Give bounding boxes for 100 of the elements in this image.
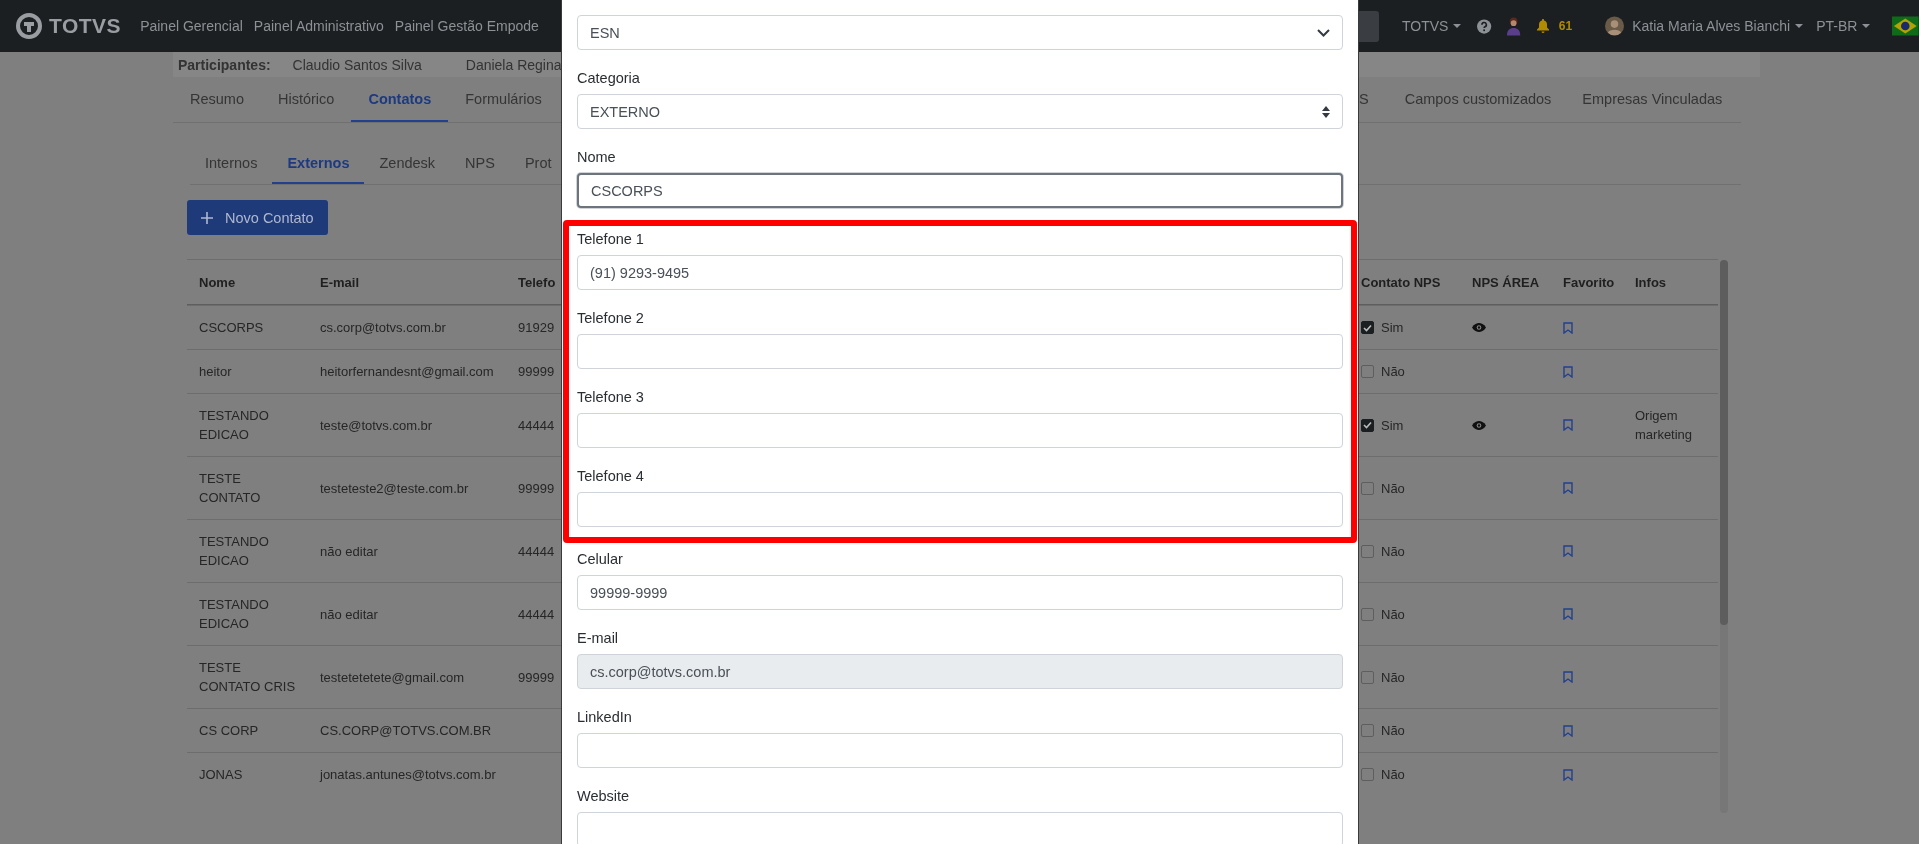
brand-name: TOTVS	[49, 14, 122, 38]
checkbox[interactable]	[1361, 321, 1374, 334]
bookmark-icon[interactable]	[1563, 671, 1573, 683]
bookmark-icon[interactable]	[1563, 545, 1573, 557]
tab[interactable]: Internos	[190, 143, 273, 184]
checkbox-label: Não	[1381, 766, 1405, 784]
checkbox-label: Não	[1381, 479, 1405, 498]
tab[interactable]: Empresas Vinculadas	[1582, 77, 1741, 122]
input-field[interactable]	[577, 334, 1343, 369]
field-label: Telefone 2	[577, 309, 645, 328]
participants-label: Participantes:	[178, 56, 271, 73]
bookmark-icon[interactable]	[1563, 419, 1573, 431]
org-menu[interactable]: TOTVS	[1401, 18, 1462, 34]
table-cell-text: testetetetete@gmail.com	[320, 668, 464, 687]
nav-link[interactable]: Painel Gestão Empode	[394, 18, 539, 34]
input-field[interactable]	[577, 812, 1343, 844]
table-cell-text: não editar	[320, 605, 378, 624]
bookmark-icon[interactable]	[1563, 724, 1573, 737]
participant-name: Claudio Santos Silva	[292, 56, 422, 73]
new-contact-button[interactable]: Novo Contato	[187, 200, 328, 235]
tab[interactable]: Contatos	[351, 77, 449, 122]
field-label: Categoria	[577, 69, 641, 88]
checkbox[interactable]	[1361, 607, 1374, 621]
checkbox[interactable]	[1361, 481, 1374, 495]
input-field[interactable]: 99999-9999	[577, 575, 1343, 610]
field-label: E-mail	[577, 629, 620, 648]
eye-icon[interactable]	[1472, 323, 1486, 332]
input-field[interactable]: CSCORPS	[577, 173, 1343, 208]
user-menu[interactable]: Katia Maria Alves Bianchi	[1632, 18, 1804, 34]
tab[interactable]: NPS	[450, 143, 510, 184]
table-cell-text: 99999	[518, 363, 555, 381]
field-label: Website	[577, 787, 631, 806]
scrollbar[interactable]	[1720, 260, 1728, 813]
person-icon[interactable]	[1505, 16, 1521, 36]
language-menu[interactable]: PT-BR	[1816, 18, 1871, 34]
checkbox-label: Não	[1381, 363, 1405, 381]
table-cell-text: 44444	[518, 416, 555, 435]
checkbox[interactable]	[1361, 365, 1374, 378]
field-label: Telefone 3	[577, 388, 645, 407]
caret-icon	[1795, 24, 1804, 28]
column-header: Favorito	[1562, 273, 1616, 292]
tab[interactable]: S	[1359, 77, 1405, 122]
nav-link[interactable]: Painel Gerencial	[140, 18, 243, 34]
table-cell-text: CSCORPS	[199, 319, 265, 337]
select-field[interactable]: EXTERNO	[577, 94, 1343, 129]
notifications[interactable]: 61	[1536, 19, 1573, 33]
table-cell-text: heitor	[199, 363, 233, 381]
avatar-icon[interactable]	[1605, 16, 1625, 36]
select-field[interactable]: ESN	[577, 15, 1343, 50]
checkbox[interactable]	[1361, 418, 1374, 432]
input-field[interactable]: (91) 9293-9495	[577, 255, 1343, 290]
bookmark-icon[interactable]	[1563, 365, 1573, 378]
chevron-down-icon	[1317, 28, 1330, 37]
bookmark-icon[interactable]	[1563, 768, 1573, 781]
checkbox[interactable]	[1361, 544, 1374, 558]
table-cell-text: TESTANDO EDICAO	[199, 596, 270, 633]
field-label: Telefone 4	[577, 467, 645, 486]
checkbox-label: Não	[1381, 722, 1405, 740]
table-cell-text: Origem marketing	[1635, 407, 1694, 444]
table-cell-text: testeteste2@teste.com.br	[320, 479, 469, 498]
help-icon[interactable]	[1477, 18, 1492, 34]
eye-icon[interactable]	[1472, 420, 1486, 430]
input-field[interactable]	[577, 733, 1343, 768]
tab[interactable]: Externos	[272, 143, 365, 184]
search-field[interactable]	[1359, 10, 1379, 42]
tab[interactable]: Resumo	[173, 77, 261, 122]
checkbox-label: Sim	[1381, 319, 1404, 337]
scrollbar-thumb[interactable]	[1720, 260, 1728, 625]
tab[interactable]: Prot	[509, 143, 561, 184]
caret-icon	[1862, 24, 1871, 28]
bookmark-icon[interactable]	[1563, 608, 1573, 620]
tab[interactable]: Histórico	[261, 77, 352, 122]
checkbox[interactable]	[1361, 724, 1374, 737]
checkbox-label: Não	[1381, 605, 1405, 624]
column-header: NPS ÁREA	[1471, 273, 1541, 292]
bookmark-icon[interactable]	[1563, 482, 1573, 494]
bookmark-icon[interactable]	[1563, 321, 1573, 334]
logo-icon	[15, 12, 43, 40]
checkbox[interactable]	[1361, 670, 1374, 684]
table-cell-text: CS CORP	[199, 722, 260, 740]
table-cell-text: 99999	[518, 479, 555, 498]
table-cell-text: 91929	[518, 319, 555, 337]
tab[interactable]: Campos customizados	[1404, 77, 1583, 122]
table-cell-text: cs.corp@totvs.com.br	[320, 319, 446, 337]
flag-icon[interactable]	[1892, 16, 1919, 36]
checkbox[interactable]	[1361, 768, 1374, 781]
tab[interactable]: Zendesk	[364, 143, 451, 184]
table-cell-text: teste@totvs.com.br	[320, 416, 433, 435]
input-field[interactable]	[577, 492, 1343, 527]
table-cell-text: não editar	[320, 542, 378, 561]
bell-icon	[1536, 19, 1549, 33]
input-field[interactable]	[577, 413, 1343, 448]
caret-icon	[1453, 24, 1462, 28]
tab[interactable]: Formulários	[448, 77, 559, 122]
plus-icon	[201, 211, 213, 224]
field-label: Telefone 1	[577, 230, 645, 249]
column-header: Nome	[198, 273, 237, 292]
table-cell-text: TESTE CONTATO	[199, 470, 262, 507]
nav-link[interactable]: Painel Administrativo	[253, 18, 384, 34]
column-header: Telefo	[517, 273, 557, 292]
